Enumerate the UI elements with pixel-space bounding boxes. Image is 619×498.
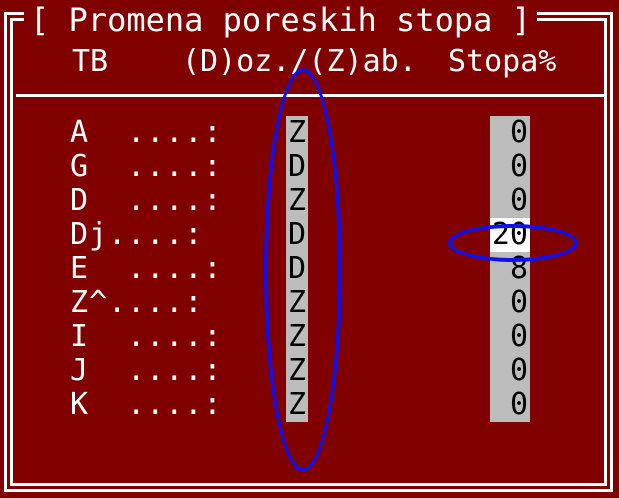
rate-field-active[interactable]: 20: [490, 218, 530, 252]
column-header-tb: TB: [72, 44, 109, 79]
tax-row-label: K ....:: [70, 387, 223, 422]
rate-field[interactable]: 8: [490, 252, 530, 286]
rate-field[interactable]: 0: [490, 388, 530, 422]
tax-rate-dialog: [ Promena poreskih stopa ] TB (D)oz./(Z)…: [0, 0, 619, 498]
tax-row-label: Z^....:: [70, 285, 204, 320]
allowed-flag-field[interactable]: Z: [286, 388, 308, 422]
tax-row-label: G ....:: [70, 149, 223, 184]
allowed-flag-field[interactable]: Z: [286, 116, 308, 150]
tax-row-label: I ....:: [70, 319, 223, 354]
tax-rate-rows: A ....: Z 0 G ....: D 0 D ....: Z 0 Dj..…: [0, 116, 619, 422]
dialog-title: [ Promena poreskih stopa ]: [24, 0, 537, 40]
tax-row-label: Dj....:: [70, 217, 204, 252]
tax-row-i: I ....: Z 0: [0, 320, 619, 354]
rate-field[interactable]: 0: [490, 320, 530, 354]
tax-row-label: E ....:: [70, 251, 223, 286]
tax-row-label: J ....:: [70, 353, 223, 388]
allowed-flag-field[interactable]: Z: [286, 320, 308, 354]
tax-row-g: G ....: D 0: [0, 150, 619, 184]
allowed-flag-field[interactable]: D: [286, 218, 308, 252]
rate-field[interactable]: 0: [490, 354, 530, 388]
tax-row-j: J ....: Z 0: [0, 354, 619, 388]
tax-row-label: D ....:: [70, 183, 223, 218]
column-header-allowed-forbidden: (D)oz./(Z)ab.: [182, 44, 417, 79]
tax-row-e: E ....: D 8: [0, 252, 619, 286]
allowed-flag-field[interactable]: Z: [286, 286, 308, 320]
allowed-flag-field[interactable]: Z: [286, 354, 308, 388]
tax-row-d: D ....: Z 0: [0, 184, 619, 218]
rate-field[interactable]: 0: [490, 150, 530, 184]
tax-row-k: K ....: Z 0: [0, 388, 619, 422]
allowed-flag-field[interactable]: D: [286, 150, 308, 184]
tax-row-label: A ....:: [70, 115, 223, 150]
allowed-flag-field[interactable]: D: [286, 252, 308, 286]
header-separator: [16, 94, 607, 97]
tax-row-dj: Dj....: D 20: [0, 218, 619, 252]
column-header-rate: Stopa%: [448, 44, 557, 79]
rate-field[interactable]: 0: [490, 286, 530, 320]
tax-row-zh: Z^....: Z 0: [0, 286, 619, 320]
allowed-flag-field[interactable]: Z: [286, 184, 308, 218]
rate-field[interactable]: 0: [490, 184, 530, 218]
rate-field[interactable]: 0: [490, 116, 530, 150]
tax-row-a: A ....: Z 0: [0, 116, 619, 150]
